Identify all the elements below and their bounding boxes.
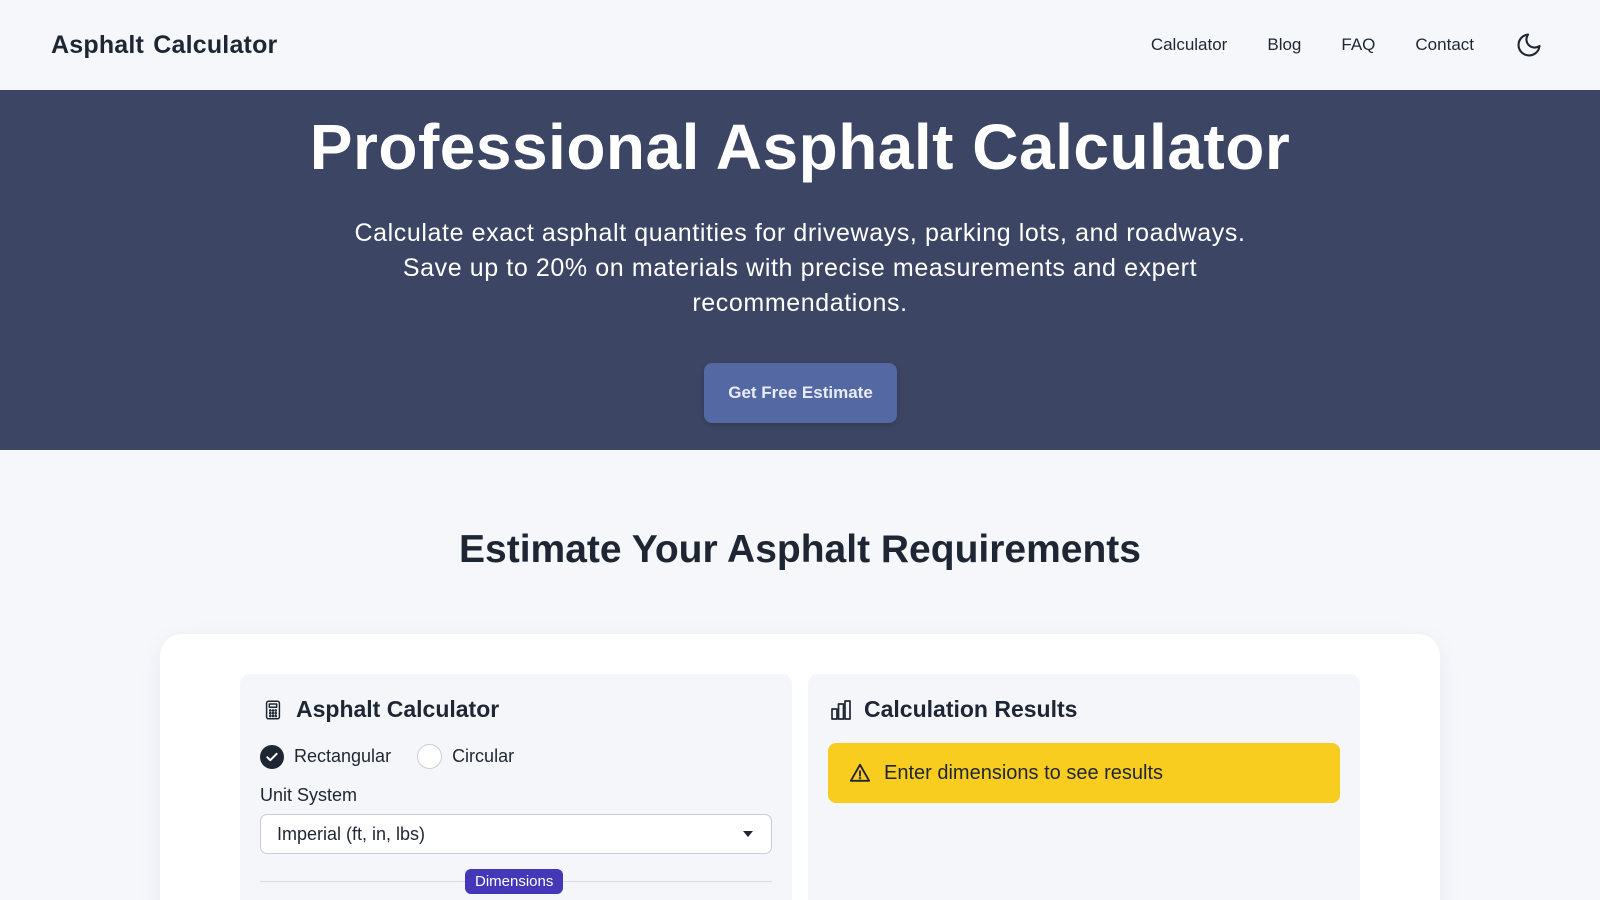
dimensions-badge: Dimensions — [465, 869, 564, 894]
shape-option-rectangular[interactable]: Rectangular — [260, 744, 392, 769]
radio-unchecked-icon — [417, 744, 443, 769]
moon-icon — [1517, 33, 1541, 57]
nav-link-calculator[interactable]: Calculator — [1151, 35, 1228, 55]
results-alert: Enter dimensions to see results — [828, 743, 1340, 803]
nav-link-blog[interactable]: Blog — [1267, 35, 1301, 55]
results-card-header: Calculation Results — [828, 696, 1077, 723]
results-alert-text: Enter dimensions to see results — [884, 761, 1164, 784]
section-title: Estimate Your Asphalt Requirements — [459, 528, 1141, 571]
get-free-estimate-button[interactable]: Get Free Estimate — [704, 363, 897, 423]
unit-system-label: Unit System — [260, 785, 358, 805]
calculator-card: Asphalt Calculator Rectangular Circular … — [240, 674, 792, 900]
results-card: Calculation Results Enter dimensions to … — [808, 674, 1360, 900]
hero-section: Professional Asphalt Calculator Calculat… — [0, 90, 1600, 450]
chevron-down-icon — [743, 831, 753, 837]
shape-option-label: Rectangular — [294, 746, 392, 766]
bar-chart-icon — [828, 697, 854, 723]
calculator-icon — [260, 697, 286, 723]
checkmark-icon — [260, 744, 284, 769]
unit-system-value: Imperial (ft, in, lbs) — [277, 823, 426, 844]
nav-links: Calculator Blog FAQ Contact — [1111, 0, 1544, 90]
brand-logo[interactable]: Asphalt Calculator — [51, 31, 277, 60]
hero-title: Professional Asphalt Calculator — [309, 111, 1291, 183]
shape-selector: Rectangular Circular — [260, 744, 540, 769]
nav-link-faq[interactable]: FAQ — [1341, 35, 1375, 55]
calculator-panel: Asphalt Calculator Rectangular Circular … — [160, 634, 1440, 900]
shape-option-label: Circular — [452, 746, 515, 766]
calculator-card-header: Asphalt Calculator — [260, 696, 499, 723]
theme-toggle-button[interactable] — [1514, 30, 1544, 60]
calculator-card-title: Asphalt Calculator — [296, 696, 500, 722]
unit-system-select[interactable]: Imperial (ft, in, lbs) — [260, 814, 772, 854]
warning-icon — [848, 761, 872, 785]
results-card-title: Calculation Results — [864, 696, 1078, 722]
nav-link-contact[interactable]: Contact — [1415, 35, 1474, 55]
navbar: Asphalt Calculator Calculator Blog FAQ C… — [0, 0, 1600, 90]
hero-subtitle: Calculate exact asphalt quantities for d… — [354, 219, 1246, 317]
shape-option-circular[interactable]: Circular — [417, 744, 514, 769]
